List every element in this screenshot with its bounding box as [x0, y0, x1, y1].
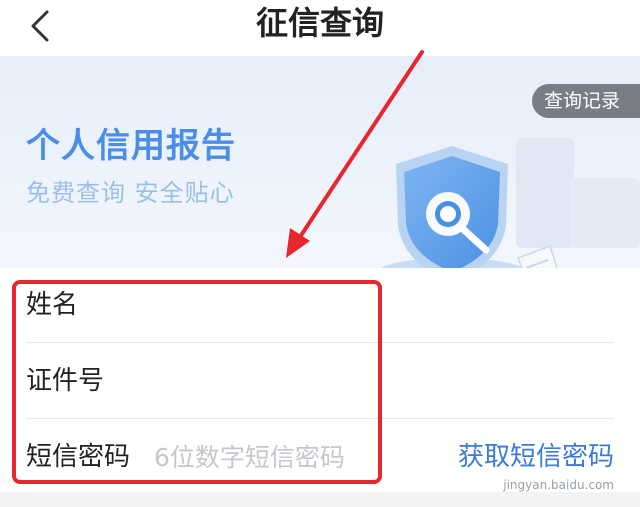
name-label: 姓名: [26, 290, 79, 320]
sms-code-label: 短信密码: [26, 442, 131, 472]
sms-code-input[interactable]: [154, 436, 434, 478]
name-input[interactable]: [154, 284, 434, 326]
credit-report-banner: 个人信用报告 免费查询 安全贴心 查询记录: [0, 56, 640, 268]
divider: [26, 418, 614, 419]
id-number-row: 证件号: [26, 344, 614, 418]
top-nav-bar: 征信查询: [0, 0, 640, 52]
credit-query-form: 姓名 证件号 短信密码 获取短信密码: [0, 268, 640, 493]
bottom-strip: [0, 492, 640, 507]
banner-title: 个人信用报告: [26, 126, 236, 166]
banner-subtitle: 免费查询 安全贴心: [26, 179, 235, 207]
query-records-button[interactable]: 查询记录: [532, 84, 640, 118]
page-title: 征信查询: [255, 4, 384, 42]
name-row: 姓名: [26, 268, 614, 342]
shield-search-illustration: [381, 138, 640, 268]
id-number-label: 证件号: [26, 366, 105, 396]
divider: [26, 342, 614, 343]
id-number-input[interactable]: [154, 360, 434, 402]
watermark: jingyan.baidu.com: [503, 478, 614, 492]
